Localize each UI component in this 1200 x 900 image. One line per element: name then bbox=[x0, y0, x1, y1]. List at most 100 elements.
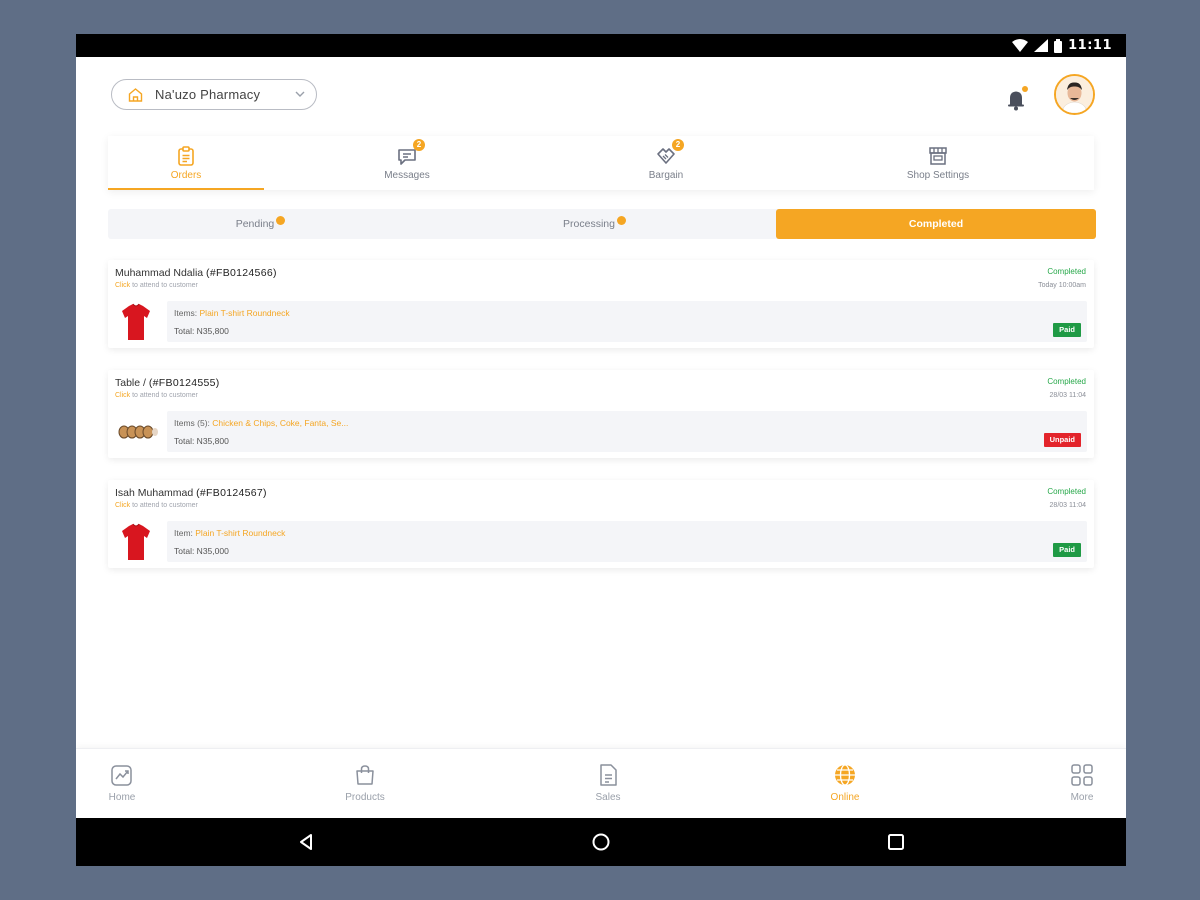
order-hint: Click to attend to customer bbox=[115, 392, 198, 399]
wifi-icon bbox=[1012, 39, 1029, 52]
tshirt-image bbox=[122, 303, 150, 340]
profile-photo bbox=[1056, 76, 1093, 113]
order-id: (#FB0124555) bbox=[148, 377, 220, 389]
nav-more-label: More bbox=[1070, 792, 1094, 803]
tab-messages[interactable]: 2 Messages bbox=[264, 136, 550, 190]
order-items: Item: Plain T-shirt Roundneck Total: N35… bbox=[167, 521, 1087, 562]
recents-icon bbox=[888, 834, 904, 850]
product-thumbnail bbox=[117, 301, 155, 343]
globe-icon bbox=[835, 764, 855, 786]
items-value: Chicken & Chips, Coke, Fanta, Se... bbox=[212, 418, 349, 428]
subtab-completed[interactable]: Completed bbox=[776, 209, 1096, 239]
nav-products-label: Products bbox=[345, 792, 385, 803]
shopping-bag-icon bbox=[356, 765, 374, 785]
order-status: Completed bbox=[1047, 267, 1086, 276]
product-thumbnail bbox=[117, 521, 155, 563]
pending-indicator bbox=[276, 215, 286, 225]
nav-products[interactable]: Products bbox=[325, 763, 405, 803]
store-selector[interactable]: Na'uzo Pharmacy bbox=[111, 79, 317, 110]
grid-icon bbox=[1071, 764, 1093, 786]
system-navigation-bar bbox=[76, 818, 1126, 866]
order-card[interactable]: Isah Muhammad (#FB0124567) Click to atte… bbox=[108, 480, 1094, 568]
messages-badge: 2 bbox=[413, 139, 425, 151]
attend-link[interactable]: Click bbox=[115, 502, 130, 509]
attend-link[interactable]: Click bbox=[115, 282, 130, 289]
tab-messages-label: Messages bbox=[384, 170, 430, 181]
order-total: Total: N35,000 bbox=[174, 546, 229, 556]
order-hint: Click to attend to customer bbox=[115, 502, 198, 509]
chart-icon bbox=[111, 765, 132, 786]
top-tabs: Orders 2 Messages 2 Bargain Shop Setting… bbox=[108, 136, 1094, 190]
items-line: Item: Plain T-shirt Roundneck bbox=[174, 528, 285, 538]
tab-shop-settings-label: Shop Settings bbox=[906, 170, 970, 181]
items-value: Plain T-shirt Roundneck bbox=[199, 308, 290, 318]
subtab-processing[interactable]: Processing bbox=[413, 209, 776, 239]
order-customer: Isah Muhammad (#FB0124567) bbox=[115, 487, 267, 499]
order-status: Completed bbox=[1047, 487, 1086, 496]
tab-orders[interactable]: Orders bbox=[108, 136, 264, 190]
order-id: (#FB0124566) bbox=[206, 267, 277, 279]
items-value: Plain T-shirt Roundneck bbox=[195, 528, 286, 538]
system-recents-button[interactable] bbox=[886, 832, 906, 852]
nav-more[interactable]: More bbox=[1042, 763, 1122, 803]
storefront-icon bbox=[929, 147, 947, 165]
order-total: Total: N35,800 bbox=[174, 326, 229, 336]
system-back-button[interactable] bbox=[297, 832, 317, 852]
items-label: Item: bbox=[174, 528, 196, 538]
items-line: Items: Plain T-shirt Roundneck bbox=[174, 308, 290, 318]
notifications-button[interactable] bbox=[1005, 86, 1029, 112]
status-time: 11:11 bbox=[1068, 38, 1112, 53]
nav-home-label: Home bbox=[108, 792, 136, 803]
back-icon bbox=[300, 834, 312, 850]
avatar[interactable] bbox=[1054, 74, 1095, 115]
system-home-button[interactable] bbox=[591, 832, 611, 852]
bottom-navigation: Home Products Sales Online More bbox=[76, 748, 1126, 818]
nav-online[interactable]: Online bbox=[805, 763, 885, 803]
hint-text: to attend to customer bbox=[130, 282, 198, 289]
tab-shop-settings[interactable]: Shop Settings bbox=[782, 136, 1094, 190]
customer-name: Table / bbox=[115, 377, 146, 389]
order-items: Items: Plain T-shirt Roundneck Total: N3… bbox=[167, 301, 1087, 342]
nav-sales-label: Sales bbox=[595, 792, 621, 803]
tab-orders-label: Orders bbox=[170, 170, 202, 181]
order-total: Total: N35,800 bbox=[174, 436, 229, 446]
signal-icon bbox=[1034, 39, 1049, 52]
tab-bargain[interactable]: 2 Bargain bbox=[550, 136, 782, 190]
status-bar: 11:11 bbox=[76, 34, 1126, 57]
app-screen: 11:11 Na'uzo Pharmacy Orders 2 Messages … bbox=[76, 34, 1126, 866]
order-time: Today 10:00am bbox=[1038, 282, 1086, 289]
home-circle-icon bbox=[592, 833, 610, 851]
order-status-tabs: Pending Processing Completed bbox=[108, 209, 1096, 239]
bargain-badge: 2 bbox=[672, 139, 684, 151]
payment-badge: Unpaid bbox=[1043, 433, 1081, 447]
hint-text: to attend to customer bbox=[130, 502, 198, 509]
food-items-image bbox=[118, 425, 158, 439]
items-line: Items (5): Chicken & Chips, Coke, Fanta,… bbox=[174, 418, 348, 428]
nav-home[interactable]: Home bbox=[82, 763, 162, 803]
subtab-pending[interactable]: Pending bbox=[108, 209, 413, 239]
order-items: Items (5): Chicken & Chips, Coke, Fanta,… bbox=[167, 411, 1087, 452]
order-time: 28/03 11:04 bbox=[1049, 502, 1086, 509]
document-icon bbox=[600, 764, 617, 786]
order-card[interactable]: Table / (#FB0124555) Click to attend to … bbox=[108, 370, 1094, 458]
order-id: (#FB0124567) bbox=[196, 487, 267, 499]
order-card[interactable]: Muhammad Ndalia (#FB0124566) Click to at… bbox=[108, 260, 1094, 348]
payment-badge: Paid bbox=[1053, 543, 1081, 557]
subtab-pending-label: Pending bbox=[235, 218, 275, 230]
attend-link[interactable]: Click bbox=[115, 392, 130, 399]
subtab-completed-label: Completed bbox=[908, 218, 964, 230]
customer-name: Muhammad Ndalia bbox=[115, 267, 204, 279]
store-icon bbox=[128, 87, 143, 102]
nav-sales[interactable]: Sales bbox=[568, 763, 648, 803]
bell-icon bbox=[1008, 86, 1028, 111]
processing-indicator bbox=[616, 215, 626, 225]
order-customer: Table / (#FB0124555) bbox=[115, 377, 220, 389]
order-customer: Muhammad Ndalia (#FB0124566) bbox=[115, 267, 277, 279]
subtab-processing-label: Processing bbox=[563, 218, 615, 230]
order-time: 28/03 11:04 bbox=[1049, 392, 1086, 399]
tshirt-image bbox=[122, 523, 150, 560]
battery-icon bbox=[1054, 38, 1063, 53]
clipboard-icon bbox=[178, 146, 194, 166]
tab-bargain-label: Bargain bbox=[648, 170, 684, 181]
items-label: Items (5): bbox=[174, 418, 213, 428]
